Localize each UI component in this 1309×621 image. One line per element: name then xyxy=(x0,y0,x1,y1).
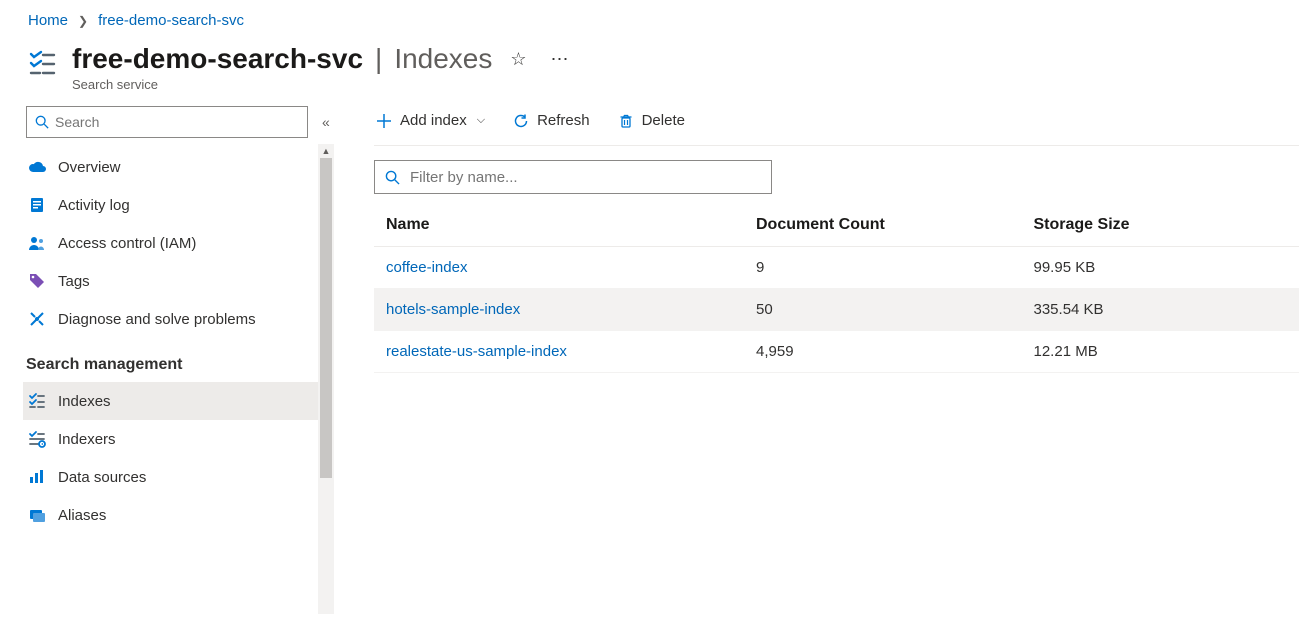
table-row[interactable]: realestate-us-sample-index 4,959 12.21 M… xyxy=(374,331,1299,373)
sidebar-item-label: Indexers xyxy=(58,431,116,448)
sidebar-nav-general: Overview Activity log Access control (IA… xyxy=(26,148,334,338)
col-doc-count[interactable]: Document Count xyxy=(744,204,1022,247)
storage-cell: 12.21 MB xyxy=(1022,331,1300,373)
doc-count-cell: 50 xyxy=(744,289,1022,331)
table-row[interactable]: hotels-sample-index 50 335.54 KB xyxy=(374,289,1299,331)
chevron-down-icon: ⌵ xyxy=(477,114,485,127)
sidebar-section-search-management: Search management xyxy=(26,338,334,382)
tag-icon xyxy=(28,272,46,290)
diagnose-icon xyxy=(28,310,46,328)
cloud-icon xyxy=(28,158,46,176)
breadcrumb-current[interactable]: free-demo-search-svc xyxy=(98,12,244,29)
data-sources-icon xyxy=(28,468,46,486)
page-subtitle: Search service xyxy=(72,77,575,92)
plus-icon xyxy=(376,113,392,129)
sidebar-item-label: Overview xyxy=(58,159,121,176)
trash-icon xyxy=(618,113,634,129)
delete-label: Delete xyxy=(642,112,685,129)
star-icon: ☆ xyxy=(510,49,526,69)
breadcrumb-home[interactable]: Home xyxy=(28,12,68,29)
sidebar-scrollbar[interactable]: ▲ xyxy=(318,144,334,614)
sidebar: « Overview Activity log xyxy=(0,100,334,611)
doc-count-cell: 4,959 xyxy=(744,331,1022,373)
indexers-icon xyxy=(28,430,46,448)
sidebar-item-label: Indexes xyxy=(58,393,111,410)
main-content: Add index ⌵ Refresh Delete xyxy=(334,100,1309,611)
delete-button[interactable]: Delete xyxy=(616,110,687,131)
indexes-icon xyxy=(28,392,46,410)
sidebar-item-access-control[interactable]: Access control (IAM) xyxy=(23,224,334,262)
index-link[interactable]: hotels-sample-index xyxy=(386,301,520,318)
sidebar-item-diagnose[interactable]: Diagnose and solve problems xyxy=(23,300,334,338)
sidebar-item-overview[interactable]: Overview xyxy=(23,148,334,186)
sidebar-collapse-button[interactable]: « xyxy=(318,110,334,134)
filter-box[interactable] xyxy=(374,160,772,194)
sidebar-item-activity-log[interactable]: Activity log xyxy=(23,186,334,224)
favorite-button[interactable]: ☆ xyxy=(504,45,532,74)
filter-input[interactable] xyxy=(410,169,761,186)
sidebar-item-label: Data sources xyxy=(58,469,146,486)
search-icon xyxy=(385,170,400,185)
refresh-icon xyxy=(513,113,529,129)
ellipsis-icon: ⋯ xyxy=(551,49,569,69)
storage-cell: 99.95 KB xyxy=(1022,247,1300,289)
sidebar-search[interactable] xyxy=(26,106,308,138)
sidebar-item-label: Access control (IAM) xyxy=(58,235,196,252)
aliases-icon xyxy=(28,506,46,524)
breadcrumb: Home ❯ free-demo-search-svc xyxy=(0,0,1309,39)
sidebar-item-label: Activity log xyxy=(58,197,130,214)
sidebar-item-data-sources[interactable]: Data sources xyxy=(23,458,334,496)
col-name[interactable]: Name xyxy=(374,204,744,247)
sidebar-search-input[interactable] xyxy=(55,114,299,130)
page-title: free-demo-search-svc xyxy=(72,43,363,75)
search-service-icon xyxy=(28,49,56,77)
table-header-row: Name Document Count Storage Size xyxy=(374,204,1299,247)
add-index-button[interactable]: Add index ⌵ xyxy=(374,110,487,131)
indexes-table: Name Document Count Storage Size coffee-… xyxy=(374,204,1299,373)
sidebar-item-indexers[interactable]: Indexers xyxy=(23,420,334,458)
sidebar-item-indexes[interactable]: Indexes xyxy=(23,382,334,420)
storage-cell: 335.54 KB xyxy=(1022,289,1300,331)
sidebar-item-label: Tags xyxy=(58,273,90,290)
log-icon xyxy=(28,196,46,214)
more-actions-button[interactable]: ⋯ xyxy=(545,45,575,74)
title-separator: | xyxy=(375,43,382,75)
index-link[interactable]: realestate-us-sample-index xyxy=(386,343,567,360)
refresh-label: Refresh xyxy=(537,112,590,129)
chevron-double-left-icon: « xyxy=(322,114,330,130)
scrollbar-thumb[interactable] xyxy=(320,158,332,478)
sidebar-item-tags[interactable]: Tags xyxy=(23,262,334,300)
people-icon xyxy=(28,234,46,252)
table-row[interactable]: coffee-index 9 99.95 KB xyxy=(374,247,1299,289)
doc-count-cell: 9 xyxy=(744,247,1022,289)
sidebar-item-label: Diagnose and solve problems xyxy=(58,311,256,328)
scroll-up-icon[interactable]: ▲ xyxy=(318,144,334,158)
index-link[interactable]: coffee-index xyxy=(386,259,467,276)
toolbar: Add index ⌵ Refresh Delete xyxy=(374,100,1299,146)
sidebar-nav-management: Indexes Indexers Data sources xyxy=(26,382,334,534)
breadcrumb-separator-icon: ❯ xyxy=(78,14,88,28)
sidebar-item-aliases[interactable]: Aliases xyxy=(23,496,334,534)
refresh-button[interactable]: Refresh xyxy=(511,110,592,131)
add-index-label: Add index xyxy=(400,112,467,129)
sidebar-item-label: Aliases xyxy=(58,507,106,524)
page-header: free-demo-search-svc | Indexes ☆ ⋯ Searc… xyxy=(0,39,1309,100)
search-icon xyxy=(35,115,49,129)
col-storage[interactable]: Storage Size xyxy=(1022,204,1300,247)
page-section: Indexes xyxy=(394,43,492,75)
